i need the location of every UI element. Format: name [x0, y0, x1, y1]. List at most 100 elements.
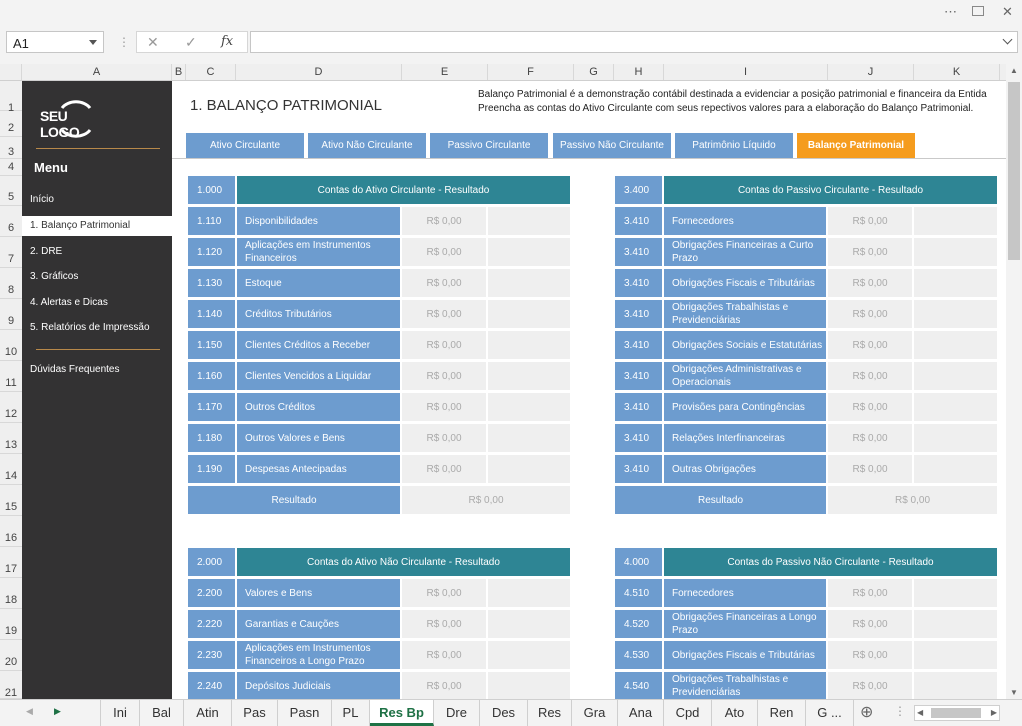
- account-code[interactable]: 3.410: [615, 300, 662, 328]
- sidebar-item-alertas[interactable]: 4. Alertas e Dicas: [22, 293, 172, 313]
- column-header[interactable]: F: [488, 64, 574, 80]
- prev-sheet-icon[interactable]: ◀: [26, 706, 33, 717]
- row-header[interactable]: 11: [0, 361, 22, 392]
- account-name[interactable]: Obrigações Fiscais e Tributárias: [664, 269, 826, 297]
- sidebar-item-balanco[interactable]: 1. Balanço Patrimonial: [22, 216, 172, 236]
- account-value[interactable]: R$ 0,00: [402, 455, 486, 483]
- sheet-tab[interactable]: Pas: [232, 700, 278, 726]
- expand-formula-icon[interactable]: [1002, 34, 1013, 45]
- row-header[interactable]: 10: [0, 330, 22, 361]
- chevron-down-icon[interactable]: [89, 40, 97, 45]
- column-header[interactable]: G: [574, 64, 614, 80]
- result-value[interactable]: R$ 0,00: [828, 486, 997, 514]
- account-code[interactable]: 1.140: [188, 300, 235, 328]
- account-name[interactable]: Obrigações Financeiras a Curto Prazo: [664, 238, 826, 266]
- sheet-tab[interactable]: G ...: [806, 700, 854, 726]
- sheet-tab[interactable]: Gra: [572, 700, 618, 726]
- row-header[interactable]: 1: [0, 81, 22, 114]
- empty-cell[interactable]: [488, 269, 570, 297]
- row-header[interactable]: 5: [0, 176, 22, 206]
- account-value[interactable]: R$ 0,00: [828, 610, 912, 638]
- formula-input[interactable]: [250, 31, 1018, 53]
- scroll-right-icon[interactable]: ▶: [991, 708, 997, 717]
- account-code[interactable]: 3.410: [615, 331, 662, 359]
- account-value[interactable]: R$ 0,00: [402, 579, 486, 607]
- column-header[interactable]: C: [186, 64, 236, 80]
- row-header[interactable]: 7: [0, 237, 22, 268]
- account-code[interactable]: 3.410: [615, 269, 662, 297]
- account-value[interactable]: R$ 0,00: [402, 610, 486, 638]
- name-box[interactable]: A1: [6, 31, 104, 53]
- row-header[interactable]: 15: [0, 485, 22, 516]
- sheet-tab[interactable]: PL: [332, 700, 370, 726]
- select-all-corner[interactable]: [0, 64, 22, 80]
- sheet-tab[interactable]: Bal: [140, 700, 184, 726]
- tab-passivo-circulante[interactable]: Passivo Circulante: [430, 133, 548, 158]
- account-name[interactable]: Outras Obrigações: [664, 455, 826, 483]
- sidebar-item-faq[interactable]: Dúvidas Frequentes: [22, 360, 172, 380]
- account-code[interactable]: 1.160: [188, 362, 235, 390]
- row-header[interactable]: 16: [0, 516, 22, 547]
- account-name[interactable]: Obrigações Financeiras a Longo Prazo: [664, 610, 826, 638]
- add-sheet-icon[interactable]: ⊕: [860, 702, 873, 722]
- column-header[interactable]: J: [828, 64, 914, 80]
- row-header[interactable]: 18: [0, 578, 22, 609]
- account-code[interactable]: 4.540: [615, 672, 662, 699]
- sheet-tab[interactable]: Ren: [758, 700, 806, 726]
- account-value[interactable]: R$ 0,00: [828, 672, 912, 699]
- account-value[interactable]: R$ 0,00: [828, 455, 912, 483]
- account-code[interactable]: 1.130: [188, 269, 235, 297]
- account-name[interactable]: Valores e Bens: [237, 579, 400, 607]
- insert-function-icon[interactable]: fx: [221, 34, 233, 49]
- account-name[interactable]: Estoque: [237, 269, 400, 297]
- sheet-tab[interactable]: Dre: [434, 700, 480, 726]
- sidebar-item-relatorios[interactable]: 5. Relatórios de Impressão: [22, 318, 172, 338]
- account-value[interactable]: R$ 0,00: [402, 269, 486, 297]
- empty-cell[interactable]: [914, 300, 997, 328]
- account-code[interactable]: 1.180: [188, 424, 235, 452]
- sheet-tab[interactable]: Cpd: [664, 700, 712, 726]
- account-code[interactable]: 1.150: [188, 331, 235, 359]
- account-value[interactable]: R$ 0,00: [402, 300, 486, 328]
- empty-cell[interactable]: [488, 579, 570, 607]
- table-code[interactable]: 4.000: [615, 548, 662, 576]
- worksheet[interactable]: SEU LOGO Menu Início 1. Balanço Patrimon…: [22, 81, 1006, 699]
- tab-ativo-circulante[interactable]: Ativo Circulante: [186, 133, 304, 158]
- result-label[interactable]: Resultado: [615, 486, 826, 514]
- row-header[interactable]: 20: [0, 640, 22, 671]
- empty-cell[interactable]: [488, 238, 570, 266]
- empty-cell[interactable]: [914, 455, 997, 483]
- empty-cell[interactable]: [914, 393, 997, 421]
- account-name[interactable]: Garantias e Cauções: [237, 610, 400, 638]
- account-value[interactable]: R$ 0,00: [828, 269, 912, 297]
- empty-cell[interactable]: [488, 424, 570, 452]
- cancel-icon[interactable]: ✕: [147, 34, 159, 51]
- account-name[interactable]: Obrigações Administrativas e Operacionai…: [664, 362, 826, 390]
- sheet-tab[interactable]: Ato: [712, 700, 758, 726]
- account-name[interactable]: Despesas Antecipadas: [237, 455, 400, 483]
- account-value[interactable]: R$ 0,00: [828, 641, 912, 669]
- hscroll-thumb[interactable]: [931, 708, 981, 718]
- account-value[interactable]: R$ 0,00: [828, 238, 912, 266]
- tab-ativo-nao-circulante[interactable]: Ativo Não Circulante: [308, 133, 426, 158]
- scroll-thumb[interactable]: [1008, 82, 1020, 260]
- account-value[interactable]: R$ 0,00: [828, 331, 912, 359]
- column-header[interactable]: B: [172, 64, 186, 80]
- account-value[interactable]: R$ 0,00: [828, 579, 912, 607]
- column-header[interactable]: I: [664, 64, 828, 80]
- empty-cell[interactable]: [914, 579, 997, 607]
- account-name[interactable]: Obrigações Sociais e Estatutárias: [664, 331, 826, 359]
- account-value[interactable]: R$ 0,00: [402, 238, 486, 266]
- empty-cell[interactable]: [488, 393, 570, 421]
- account-name[interactable]: Fornecedores: [664, 579, 826, 607]
- row-header[interactable]: 13: [0, 423, 22, 454]
- empty-cell[interactable]: [488, 207, 570, 235]
- tab-patrimonio-liquido[interactable]: Patrimônio Líquido: [675, 133, 793, 158]
- account-name[interactable]: Relações Interfinanceiras: [664, 424, 826, 452]
- more-options-icon[interactable]: ⋯: [944, 4, 957, 20]
- enter-icon[interactable]: ✓: [185, 34, 197, 51]
- account-value[interactable]: R$ 0,00: [402, 424, 486, 452]
- account-value[interactable]: R$ 0,00: [402, 362, 486, 390]
- account-code[interactable]: 4.520: [615, 610, 662, 638]
- account-value[interactable]: R$ 0,00: [828, 207, 912, 235]
